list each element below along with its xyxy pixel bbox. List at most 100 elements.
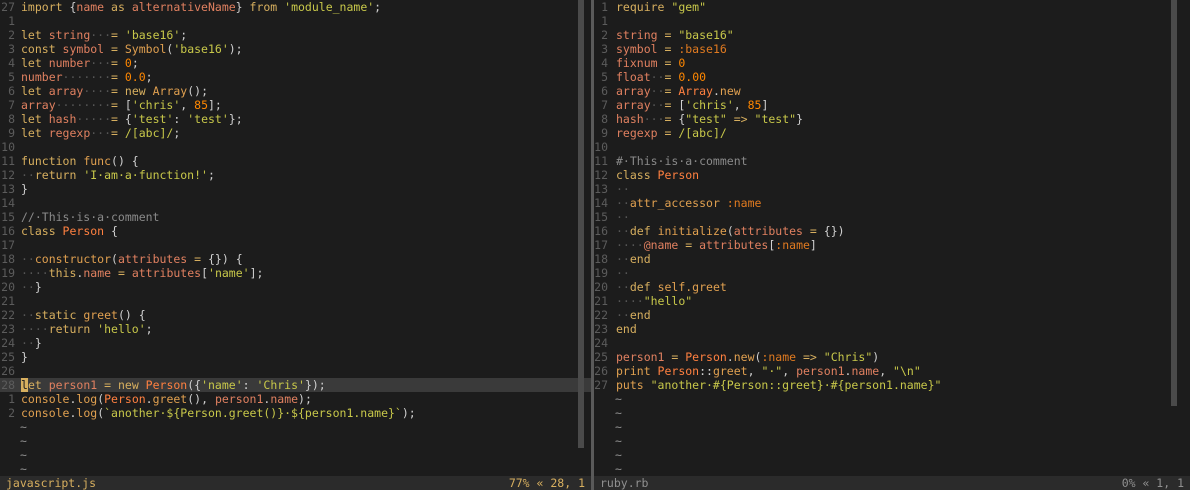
code-token: 0.00 — [678, 70, 707, 84]
code-line[interactable]: 16 class Person { — [0, 224, 591, 238]
code-line[interactable]: 7 array········= ['chris', 85]; — [0, 98, 591, 112]
code-line[interactable]: 15 //·This·is·a·comment — [0, 210, 591, 224]
code-line[interactable]: 20 ··def self.greet — [594, 280, 1190, 294]
code-line[interactable]: 2 string = "base16" — [594, 28, 1190, 42]
code-line[interactable]: 25} — [0, 350, 591, 364]
code-line[interactable]: 28 let person1 = new Person({'name': 'Chr… — [0, 378, 591, 392]
code-line[interactable]: 16 ··def initialize(attributes = {}) — [594, 224, 1190, 238]
code-line[interactable]: 22 ··static greet() { — [0, 308, 591, 322]
code-line[interactable]: 1 — [594, 14, 1190, 28]
code-token: self.greet — [657, 280, 727, 294]
code-line[interactable]: 8 let hash·····= {'test': 'test'}; — [0, 112, 591, 126]
code-line[interactable]: 11 #·This·is·a·comment — [594, 154, 1190, 168]
code-token: . — [145, 392, 153, 406]
code-line[interactable]: 1 console.log(Person.greet(), person1.nam… — [0, 392, 591, 406]
code-token: new — [733, 350, 755, 364]
code-line[interactable]: 18 ··constructor(attributes = {}) { — [0, 252, 591, 266]
right-scrollbar[interactable] — [1171, 0, 1177, 406]
code-line[interactable]: 21 — [0, 294, 591, 308]
code-line[interactable]: 25 person1 = Person.new(:name => "Chris") — [594, 350, 1190, 364]
line-number: 12 — [594, 168, 608, 182]
empty-line-tilde: ~ — [615, 406, 622, 420]
code-line[interactable]: 19 ·· — [594, 266, 1190, 280]
code-line[interactable]: 4 let number···= 0; — [0, 56, 591, 70]
code-line[interactable]: 1 require "gem" — [594, 0, 1190, 14]
code-line[interactable]: 3 const symbol = Symbol('base16'); — [0, 42, 591, 56]
line-number: 13 — [594, 182, 608, 196]
code-line[interactable]: 24 ··} — [0, 336, 591, 350]
code-token: = — [809, 224, 824, 238]
code-token: attributes — [733, 224, 810, 238]
code-token: ·· — [650, 98, 665, 112]
code-line[interactable]: 23 ····return 'hello'; — [0, 322, 591, 336]
code-token: symbol — [616, 42, 665, 56]
code-line[interactable]: 6 let array····= new Array(); — [0, 84, 591, 98]
code-line[interactable]: 27 import {name as alternativeName} from … — [0, 0, 591, 14]
code-token: ; — [131, 56, 139, 70]
code-token: , — [747, 364, 762, 378]
code-line[interactable]: 5 float··= 0.00 — [594, 70, 1190, 84]
code-line[interactable]: 23 end — [594, 322, 1190, 336]
code-line[interactable]: 14 ··attr_accessor :name — [594, 196, 1190, 210]
line-number: 15 — [1, 210, 15, 224]
code-line[interactable]: 19 ····this.name = attributes['name']; — [0, 266, 591, 280]
code-line[interactable]: 10 — [0, 140, 591, 154]
line-number: 19 — [594, 266, 608, 280]
code-line[interactable]: 17 — [0, 238, 591, 252]
code-token: 0 — [124, 56, 132, 70]
code-line[interactable]: 12 ··return 'I·am·a·function!'; — [0, 168, 591, 182]
code-text: person1 = Person.new(:name => "Chris") — [616, 350, 879, 364]
right-editor-pane[interactable]: 1 require "gem" 1 2 string = "base16" 3 symbol… — [594, 0, 1190, 476]
code-line[interactable]: 9 let regexp···= /[abc]/; — [0, 126, 591, 140]
code-line[interactable]: 14 — [0, 196, 591, 210]
code-token: ·· — [21, 168, 35, 182]
code-line[interactable]: 10 — [594, 140, 1190, 154]
right-file-name[interactable]: ruby.rb — [600, 476, 648, 490]
code-line[interactable]: 17 ····@name = attributes[:name] — [594, 238, 1190, 252]
line-number: 24 — [594, 336, 608, 350]
left-file-name[interactable]: javascript.js — [6, 476, 96, 490]
code-line[interactable]: 5 number·······= 0.0; — [0, 70, 591, 84]
code-line[interactable]: 1 — [0, 14, 591, 28]
code-text: } — [21, 350, 28, 364]
code-text: ··return 'I·am·a·function!'; — [21, 168, 215, 182]
empty-line-tilde: ~ — [615, 462, 622, 476]
left-scrollbar[interactable] — [578, 0, 584, 448]
code-line[interactable]: 13 ·· — [594, 182, 1190, 196]
line-number: 26 — [1, 364, 15, 378]
code-token: = — [664, 56, 679, 70]
code-line[interactable]: 20 ··} — [0, 280, 591, 294]
code-line[interactable]: 21 ····"hello" — [594, 294, 1190, 308]
code-line[interactable]: 6 array··= Array.new — [594, 84, 1190, 98]
code-token: ·· — [616, 196, 630, 210]
code-line[interactable]: 7 array··= ['chris', 85] — [594, 98, 1190, 112]
code-line[interactable]: 11 function func() { — [0, 154, 591, 168]
code-token: ·· — [21, 308, 35, 322]
code-token: ··· — [90, 56, 112, 70]
code-line[interactable]: 24 — [594, 336, 1190, 350]
left-editor-pane[interactable]: 27 import {name as alternativeName} from … — [0, 0, 591, 476]
code-line[interactable]: 26 print Person::greet, "·", person1.name… — [594, 364, 1190, 378]
code-line[interactable]: 18 ··end — [594, 252, 1190, 266]
code-line[interactable]: 9 regexp = /[abc]/ — [594, 126, 1190, 140]
code-token: } — [21, 182, 28, 196]
code-line[interactable]: 15 ·· — [594, 210, 1190, 224]
code-line[interactable]: 2 let string···= 'base16'; — [0, 28, 591, 42]
right-scrollbar-thumb[interactable] — [1171, 0, 1177, 406]
code-line[interactable]: 12 class Person — [594, 168, 1190, 182]
code-line[interactable]: 13} — [0, 182, 591, 196]
code-token: :: — [699, 364, 713, 378]
code-line[interactable]: 27 puts "another·#{Person::greet}·#{perso… — [594, 378, 1190, 392]
code-token: log — [76, 392, 98, 406]
code-line[interactable]: 4 fixnum = 0 — [594, 56, 1190, 70]
code-token: ·· — [650, 84, 665, 98]
code-token: = — [111, 28, 125, 42]
code-token: ·· — [616, 182, 630, 196]
code-token: ···· — [21, 266, 49, 280]
code-line[interactable]: 2 console.log(`another·${Person.greet()}·… — [0, 406, 591, 420]
left-scrollbar-thumb[interactable] — [578, 0, 584, 448]
code-line[interactable]: 26 — [0, 364, 591, 378]
code-line[interactable]: 22 ··end — [594, 308, 1190, 322]
code-line[interactable]: 3 symbol = :base16 — [594, 42, 1190, 56]
code-line[interactable]: 8 hash···= {"test" => "test"} — [594, 112, 1190, 126]
